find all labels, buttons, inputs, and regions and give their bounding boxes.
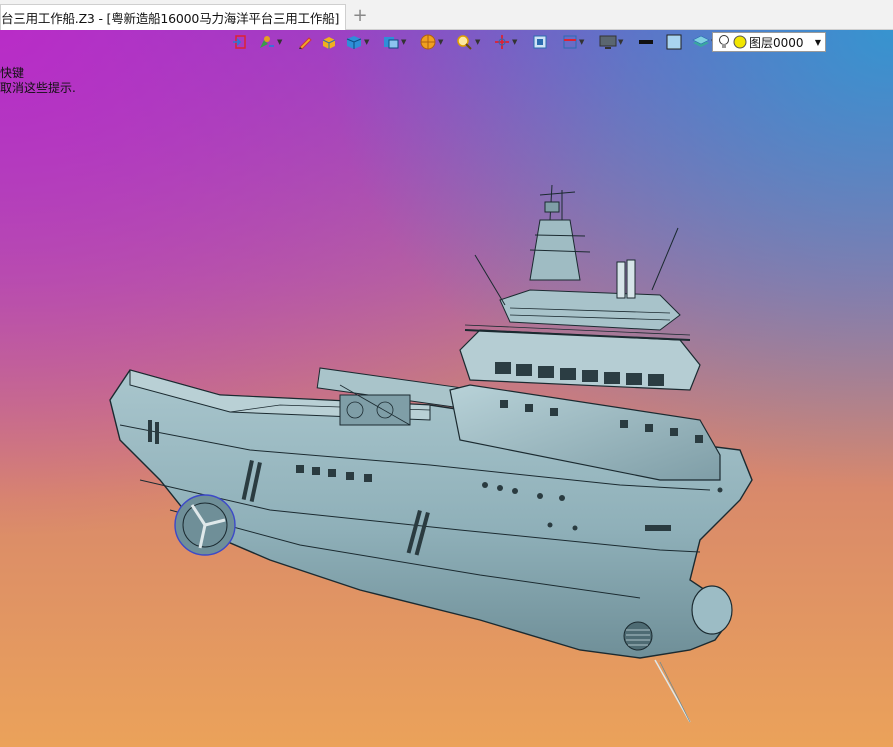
ship-model[interactable] [100, 180, 780, 740]
pen-tool-icon [260, 36, 274, 48]
cube-button[interactable]: ▼ [343, 31, 374, 53]
render-sphere-icon [420, 34, 436, 50]
hint-line-1: 快键 [0, 66, 25, 80]
chevron-down-icon[interactable]: ▼ [401, 38, 409, 46]
close-icon[interactable]: ✕ [345, 10, 346, 26]
document-tab[interactable]: 台三用工作船.Z3 - [粤新造船16000马力海洋平台三用工作船] ✕ [0, 4, 346, 30]
chevron-down-icon[interactable]: ▼ [438, 38, 446, 46]
box-solid-icon [322, 37, 336, 49]
grid-view-button[interactable]: ▼ [560, 31, 589, 53]
box-solid-button[interactable] [319, 31, 339, 53]
pencil-icon [299, 37, 312, 50]
3d-viewport[interactable]: 快键 取消这些提示. ▼ ▼ ▼ ▼ ▼ ▼ ▼ ▼ 图层0000 ▼ [0, 30, 893, 747]
layer-select[interactable]: 图层0000 ▼ [712, 32, 826, 52]
frame-icon [533, 35, 547, 49]
chevron-down-icon[interactable]: ▼ [815, 38, 821, 47]
pan-button[interactable]: ▼ [491, 31, 522, 53]
tab-title: 台三用工作船.Z3 - [粤新造船16000马力海洋平台三用工作船] [1, 11, 340, 26]
layer-value: 图层0000 [749, 35, 804, 50]
layer-color-icon[interactable] [733, 35, 747, 49]
bow-thruster [623, 621, 653, 651]
exit-sketch-button[interactable] [230, 31, 250, 53]
view-cube-icon [384, 37, 399, 49]
upper-deck [499, 289, 681, 331]
display-button[interactable]: ▼ [597, 31, 628, 53]
chevron-down-icon[interactable]: ▼ [618, 38, 626, 46]
render-sphere-button[interactable]: ▼ [417, 31, 448, 53]
color-swatch-icon [666, 34, 682, 50]
chevron-down-icon[interactable]: ▼ [475, 38, 483, 46]
layer-stack-icon [692, 35, 710, 47]
chevron-down-icon[interactable]: ▼ [277, 38, 285, 46]
view-cube-button[interactable]: ▼ [380, 31, 411, 53]
frame-button[interactable] [530, 31, 550, 53]
hint-text: 快键 取消这些提示. [0, 66, 76, 96]
hint-line-2: 取消这些提示. [0, 81, 76, 95]
color-swatch-button[interactable] [664, 31, 684, 53]
chevron-down-icon[interactable]: ▼ [512, 38, 520, 46]
pen-tool-button[interactable]: ▼ [256, 31, 287, 53]
pencil-button[interactable] [295, 31, 315, 53]
zoom-icon [457, 35, 472, 50]
display-icon [599, 35, 617, 49]
grid-view-icon [563, 35, 577, 49]
lightbulb-icon[interactable] [717, 34, 731, 50]
line-style-icon [639, 40, 653, 44]
view-toolbar: ▼ ▼ ▼ ▼ ▼ ▼ ▼ ▼ [230, 31, 721, 53]
exit-sketch-icon [233, 35, 246, 49]
cube-icon [346, 36, 362, 49]
zoom-button[interactable]: ▼ [454, 31, 485, 53]
new-tab-button[interactable]: + [350, 6, 370, 26]
chevron-down-icon[interactable]: ▼ [364, 38, 372, 46]
bulbous-bow [691, 585, 733, 635]
document-tab-bar: 台三用工作船.Z3 - [粤新造船16000马力海洋平台三用工作船] ✕ + [0, 0, 893, 30]
pan-icon [495, 35, 509, 49]
chevron-down-icon[interactable]: ▼ [579, 38, 587, 46]
line-style-button[interactable] [636, 31, 656, 53]
